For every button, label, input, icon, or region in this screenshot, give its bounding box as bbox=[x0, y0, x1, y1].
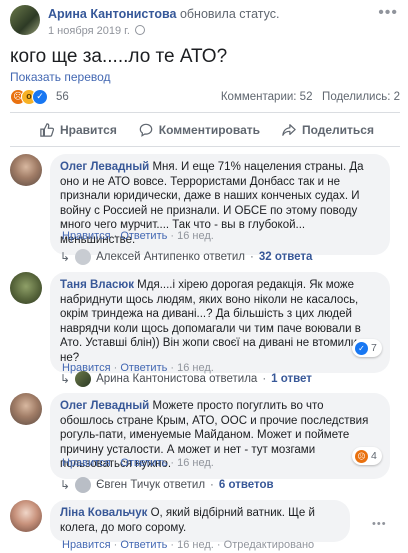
post-header: Арина Кантонистова обновила статус. 1 но… bbox=[10, 4, 400, 40]
replies-toggle[interactable]: ↳ Алексей Антипенко ответил · 32 ответа bbox=[60, 249, 312, 265]
comment-author[interactable]: Олег Левадный bbox=[60, 161, 149, 173]
comment-reply-link[interactable]: Ответить bbox=[120, 457, 167, 469]
replies-toggle[interactable]: ↳ Євген Тичук ответил · 6 ответов bbox=[60, 477, 274, 493]
comment-author[interactable]: Ліна Ковальчук bbox=[60, 507, 147, 519]
reply-avatar bbox=[75, 371, 92, 387]
speech-bubble-icon bbox=[139, 123, 153, 137]
reply-count: 1 ответ bbox=[271, 373, 312, 385]
reply-author: Євген Тичук ответил bbox=[96, 479, 206, 491]
share-button[interactable]: Поделиться bbox=[282, 123, 374, 137]
commenter-avatar[interactable] bbox=[10, 500, 42, 532]
post-author-name[interactable]: Арина Кантонистова bbox=[48, 7, 176, 21]
commenter-avatar[interactable] bbox=[10, 393, 42, 425]
comment-button[interactable]: Комментировать bbox=[139, 123, 260, 137]
globe-icon bbox=[134, 25, 145, 35]
comment-bubble: Таня Власюк Мдя....і хірею дорогая редак… bbox=[50, 272, 390, 373]
comment-like-link[interactable]: Нравится bbox=[62, 230, 111, 242]
comment-like-link[interactable]: Нравится bbox=[62, 539, 111, 551]
post-text: кого ще за.....ло те АТО? bbox=[10, 46, 228, 67]
commenter-avatar[interactable] bbox=[10, 272, 42, 304]
divider bbox=[10, 146, 400, 147]
reply-author: Алексей Антипенко ответил bbox=[96, 251, 246, 263]
post-author-line: Арина Кантонистова обновила статус. bbox=[48, 7, 279, 21]
comment-like-link[interactable]: Нравится bbox=[62, 457, 111, 469]
share-arrow-icon bbox=[282, 124, 296, 136]
comment-reply-link[interactable]: Ответить bbox=[120, 230, 167, 242]
comment-edited[interactable]: Отредактировано bbox=[224, 539, 315, 551]
reply-count: 32 ответа bbox=[258, 251, 313, 263]
post-action-text: обновила статус. bbox=[179, 7, 280, 21]
badge-count: 4 bbox=[371, 450, 377, 462]
badge-count: 7 bbox=[371, 342, 377, 354]
divider bbox=[10, 112, 400, 113]
comment-bubble: Ліна Ковальчук О, який відбірний ватник.… bbox=[50, 500, 350, 543]
angry-reaction-icon: ☹ bbox=[355, 449, 368, 463]
comment-meta: Нравится · Ответить · 16 нед. · Отредакт… bbox=[62, 539, 315, 551]
comment-age[interactable]: 16 нед. bbox=[177, 230, 214, 242]
like-button[interactable]: Нравится bbox=[40, 123, 117, 137]
like-reaction-icon: ✓ bbox=[355, 341, 368, 355]
reactions-count[interactable]: 56 bbox=[56, 91, 69, 103]
post-date: 1 ноября 2019 г. bbox=[48, 25, 145, 37]
reply-arrow-icon: ↳ bbox=[60, 372, 71, 386]
author-avatar[interactable] bbox=[10, 5, 40, 35]
thumbs-up-icon bbox=[40, 123, 54, 137]
reply-author: Арина Кантонистова ответила bbox=[96, 373, 258, 385]
reply-arrow-icon: ↳ bbox=[60, 478, 71, 492]
reply-arrow-icon: ↳ bbox=[60, 250, 71, 264]
share-button-label: Поделиться bbox=[301, 123, 374, 137]
post-stats[interactable]: Комментарии: 52 Поделились: 2 bbox=[221, 91, 400, 103]
comment-age[interactable]: 16 нед. bbox=[177, 457, 214, 469]
comment-age[interactable]: 16 нед. bbox=[177, 539, 214, 551]
more-dots-icon[interactable]: ••• bbox=[378, 4, 398, 22]
comment-reaction-badge[interactable]: ☹ 4 bbox=[352, 447, 382, 465]
comment-meta: Нравится · Ответить · 16 нед. bbox=[62, 230, 214, 242]
reply-avatar bbox=[75, 477, 92, 493]
comment-meta: Нравится · Ответить · 16 нед. bbox=[62, 457, 214, 469]
reply-avatar bbox=[75, 249, 92, 265]
comment-text: Мдя....і хірею дорогая редакція. Як може… bbox=[60, 279, 373, 364]
more-dots-icon[interactable]: ••• bbox=[372, 518, 387, 530]
reactions-row: ☹ o ✓ 56 Комментарии: 52 Поделились: 2 bbox=[10, 89, 400, 107]
comment-author[interactable]: Таня Власюк bbox=[60, 279, 134, 291]
comment-reaction-badge[interactable]: ✓ 7 bbox=[352, 339, 382, 357]
post-date-text[interactable]: 1 ноября 2019 г. bbox=[48, 25, 130, 37]
comment-author[interactable]: Олег Левадный bbox=[60, 400, 149, 412]
commenter-avatar[interactable] bbox=[10, 154, 42, 186]
show-translation-link[interactable]: Показать перевод bbox=[10, 70, 111, 84]
post-action-bar: Нравится Комментировать Поделиться bbox=[10, 117, 400, 143]
comment-button-label: Комментировать bbox=[158, 123, 261, 137]
like-reaction-icon[interactable]: ✓ bbox=[32, 89, 48, 105]
reply-count: 6 ответов bbox=[218, 479, 274, 491]
comment-reply-link[interactable]: Ответить bbox=[120, 539, 167, 551]
replies-toggle[interactable]: ↳ Арина Кантонистова ответила · 1 ответ bbox=[60, 371, 312, 387]
like-button-label: Нравится bbox=[60, 123, 117, 137]
